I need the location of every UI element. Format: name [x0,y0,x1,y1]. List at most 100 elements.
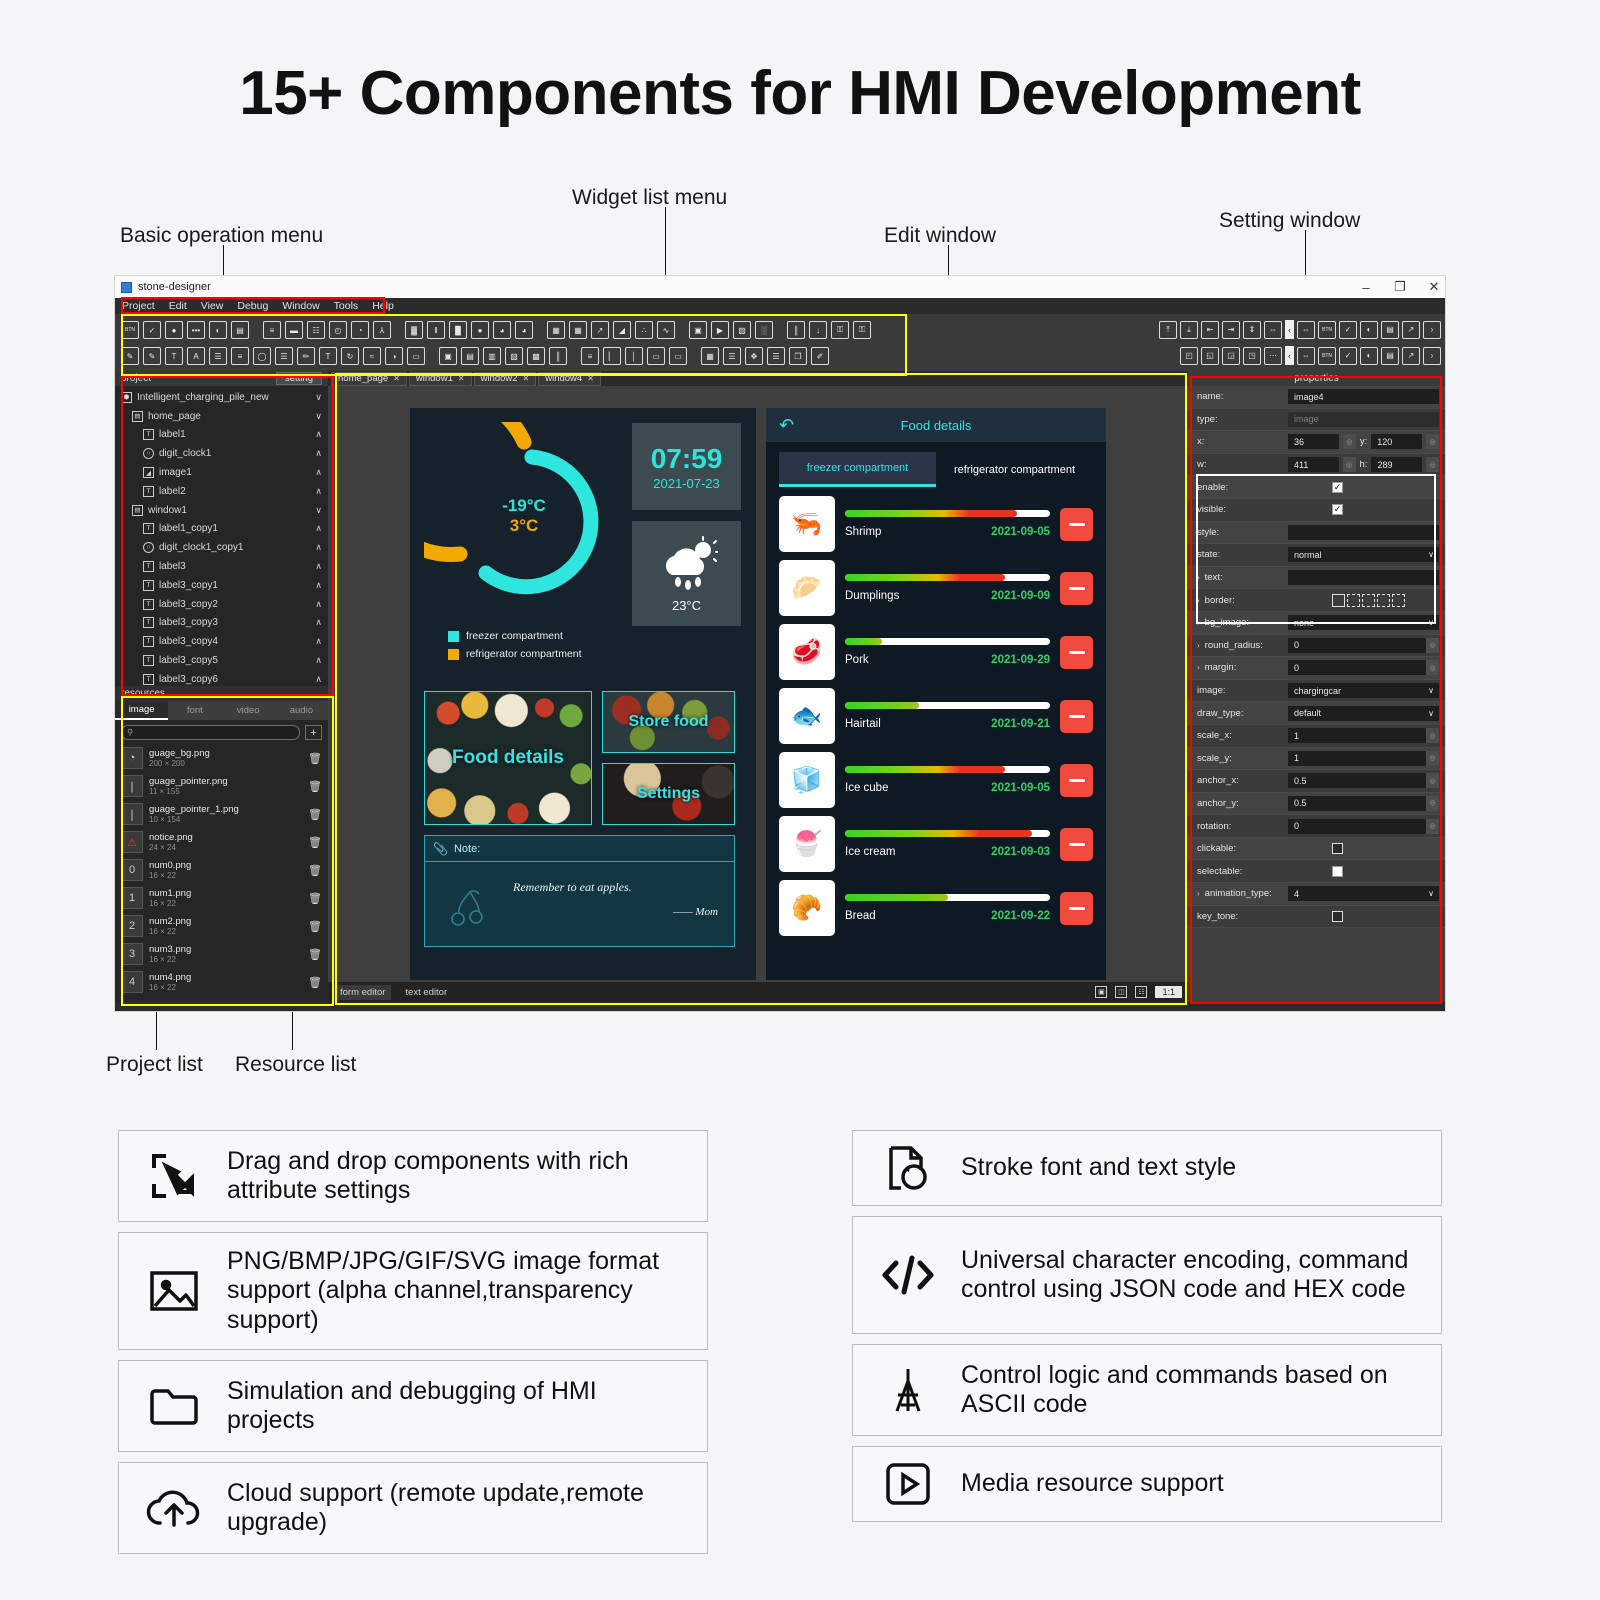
tree-node[interactable]: ▤ window1 ∨ [115,501,328,520]
property-row-w[interactable]: w: 411 ◎ h: 289 ◎ [1188,453,1445,477]
expand-arrow-icon[interactable]: › [1197,889,1200,898]
rotate-text-icon[interactable]: ↻ [341,347,359,365]
align-top-icon[interactable]: ⤒ [1159,320,1177,339]
property-value[interactable] [1288,865,1445,877]
grid-icon[interactable]: ☷ [1135,986,1148,998]
border-style-option-2[interactable] [1362,593,1375,607]
barcode-icon[interactable]: ‖ [427,321,445,339]
data-list-icon[interactable]: ☰ [723,347,741,365]
minimize-button[interactable]: – [1359,280,1373,295]
property-row-x[interactable]: x: 36 ◎ y: 120 ◎ [1188,431,1445,454]
grid-table-icon[interactable]: ▦ [547,321,565,339]
label-box-icon[interactable]: ▤ [231,321,249,339]
resource-tab-font[interactable]: font [168,701,221,720]
property-input[interactable]: 411 [1288,457,1339,473]
layout-icon[interactable]: ◫ [1115,986,1128,998]
scroll-bar-icon[interactable]: │ [625,347,643,365]
property-select[interactable]: none ∨ [1288,615,1439,631]
menu-project[interactable]: Project [122,300,155,312]
property-value[interactable] [1288,570,1445,586]
property-value[interactable]: 0 ◎ [1288,660,1445,676]
maximize-button[interactable]: ❐ [1393,279,1407,295]
property-input[interactable]: 0 [1288,818,1426,834]
property-select[interactable]: default ∨ [1288,705,1439,721]
expand-arrow-icon[interactable]: › [1423,346,1441,365]
property-value[interactable]: image [1288,411,1445,427]
panel-icon[interactable]: ▤ [1381,346,1399,365]
progress-bar-icon[interactable]: ▬ [285,321,303,339]
spinner-icon[interactable]: ◎ [1426,728,1439,744]
remove-food-button[interactable] [1060,571,1093,605]
zoom-level[interactable]: 1:1 [1155,986,1182,998]
chevron-down-icon[interactable]: ∨ [1428,686,1434,695]
chart-icon[interactable]: ↗ [1402,320,1420,339]
chevron-icon[interactable]: ∨ [315,411,322,422]
tree-node[interactable]: Tlabel3_copy6 ∧ [115,670,328,686]
tree-node[interactable]: Tlabel3_copy4 ∧ [115,632,328,651]
table-icon[interactable]: ▦ [569,321,587,339]
BTN-icon[interactable]: BTN [1318,346,1336,365]
dial-icon[interactable]: ● [471,321,489,339]
property-row-clickable[interactable]: clickable: [1188,837,1445,861]
qr-code-icon[interactable]: ▓ [405,321,423,339]
border-style-option-4[interactable] [1392,593,1405,607]
BTN-icon[interactable]: BTN [1318,320,1336,339]
border-style-option-0[interactable] [1332,593,1345,607]
toolbar-collapse-arrow-icon[interactable]: ‹ [1285,320,1294,339]
spinner-icon[interactable]: ◎ [1426,457,1439,473]
property-value[interactable]: 0.5 ◎ [1288,773,1445,789]
delete-resource-icon[interactable]: 🗑 [308,920,322,933]
food-item-row[interactable]: 🍧 Ice cream 2021-09-03 [779,812,1093,876]
status-bar-tools[interactable]: ▣ ◫ ☷ 1:1 [1095,986,1182,998]
property-checkbox[interactable] [1332,865,1343,877]
chevron-icon[interactable]: ∧ [315,467,322,478]
delete-resource-icon[interactable]: 🗑 [308,892,322,905]
lock-icon[interactable]: ⚿ [831,321,849,339]
resource-item[interactable]: 0 num0.png 16 × 22 🗑 [115,856,328,884]
property-select[interactable]: normal ∨ [1288,547,1439,563]
group-box-icon[interactable]: ▧ [505,347,523,365]
tree-node[interactable]: ○ digit_clock1 ∧ [115,444,328,463]
food-item-row[interactable]: 🥟 Dumplings 2021-09-09 [779,556,1093,620]
setting-button[interactable]: setting [276,372,322,385]
columns-icon[interactable]: ║ [549,347,567,365]
property-value[interactable]: ✓ [1288,504,1445,516]
delete-resource-icon[interactable]: 🗑 [308,780,322,793]
snapshot-icon[interactable]: ▣ [689,321,707,339]
property-row-round_radius[interactable]: › round_radius: 0 ◎ [1188,634,1445,658]
property-value[interactable]: 1 ◎ [1288,750,1445,766]
close-button[interactable]: ✕ [1427,279,1441,295]
resource-list[interactable]: ◔ guage_bg.png 200 × 200 🗑 ❘ guage_pointer.pn… [115,744,328,1002]
edit-pen-2-icon[interactable]: ✎ [143,347,161,365]
form-editor-tab[interactable]: form editor [334,984,392,1000]
delete-resource-icon[interactable]: 🗑 [308,752,322,765]
compartment-tabs[interactable]: freezer compartment refrigerator compartm… [779,452,1093,487]
property-value[interactable]: none ∨ [1288,615,1445,631]
property-row-scale_y[interactable]: scale_y: 1 ◎ [1188,747,1445,771]
property-input[interactable]: image [1288,411,1439,427]
remove-food-button[interactable] [1060,507,1093,541]
panel-icon[interactable]: ▤ [1381,320,1399,339]
food-item-row[interactable]: 🦐 Shrimp 2021-09-05 [779,492,1093,556]
property-select[interactable]: 4 ∨ [1288,886,1439,902]
tree-node[interactable]: Tlabel2 ∧ [115,482,328,501]
thermometer-icon[interactable]: ⅄ [373,321,391,339]
property-row-enable[interactable]: enable: ✓ [1188,476,1445,499]
editor-tab-home_page[interactable]: home_page ✕ [331,371,407,386]
resource-item[interactable]: 3 num3.png 16 × 22 🗑 [115,940,328,968]
list-view-icon[interactable]: ☰ [275,347,293,365]
toolbar-far-right[interactable]: ‹ ⇔ BTN ✓ ◐ ▤ ↗ › [1285,346,1441,365]
matrix-icon[interactable]: ░ [755,321,773,339]
property-value[interactable]: 411 ◎ h: 289 ◎ [1288,457,1445,473]
resize-icon[interactable]: ⇔ [1297,346,1315,365]
property-row-animation_type[interactable]: › animation_type: 4 ∨ [1188,883,1445,906]
property-value[interactable]: normal ∨ [1288,547,1445,563]
move-widget-icon[interactable]: ✥ [745,347,763,365]
text-field-icon[interactable]: ••• [187,321,205,339]
group-icon[interactable]: ◲ [1222,346,1240,365]
property-value[interactable]: default ∨ [1288,705,1445,721]
chevron-icon[interactable]: ∧ [315,674,322,685]
align-right-icon[interactable]: ⇥ [1222,320,1240,339]
property-row-type[interactable]: type: image [1188,408,1445,432]
hmi-home-screen[interactable]: -19°C 3°C freezer compartment refrigerat… [363,387,756,980]
